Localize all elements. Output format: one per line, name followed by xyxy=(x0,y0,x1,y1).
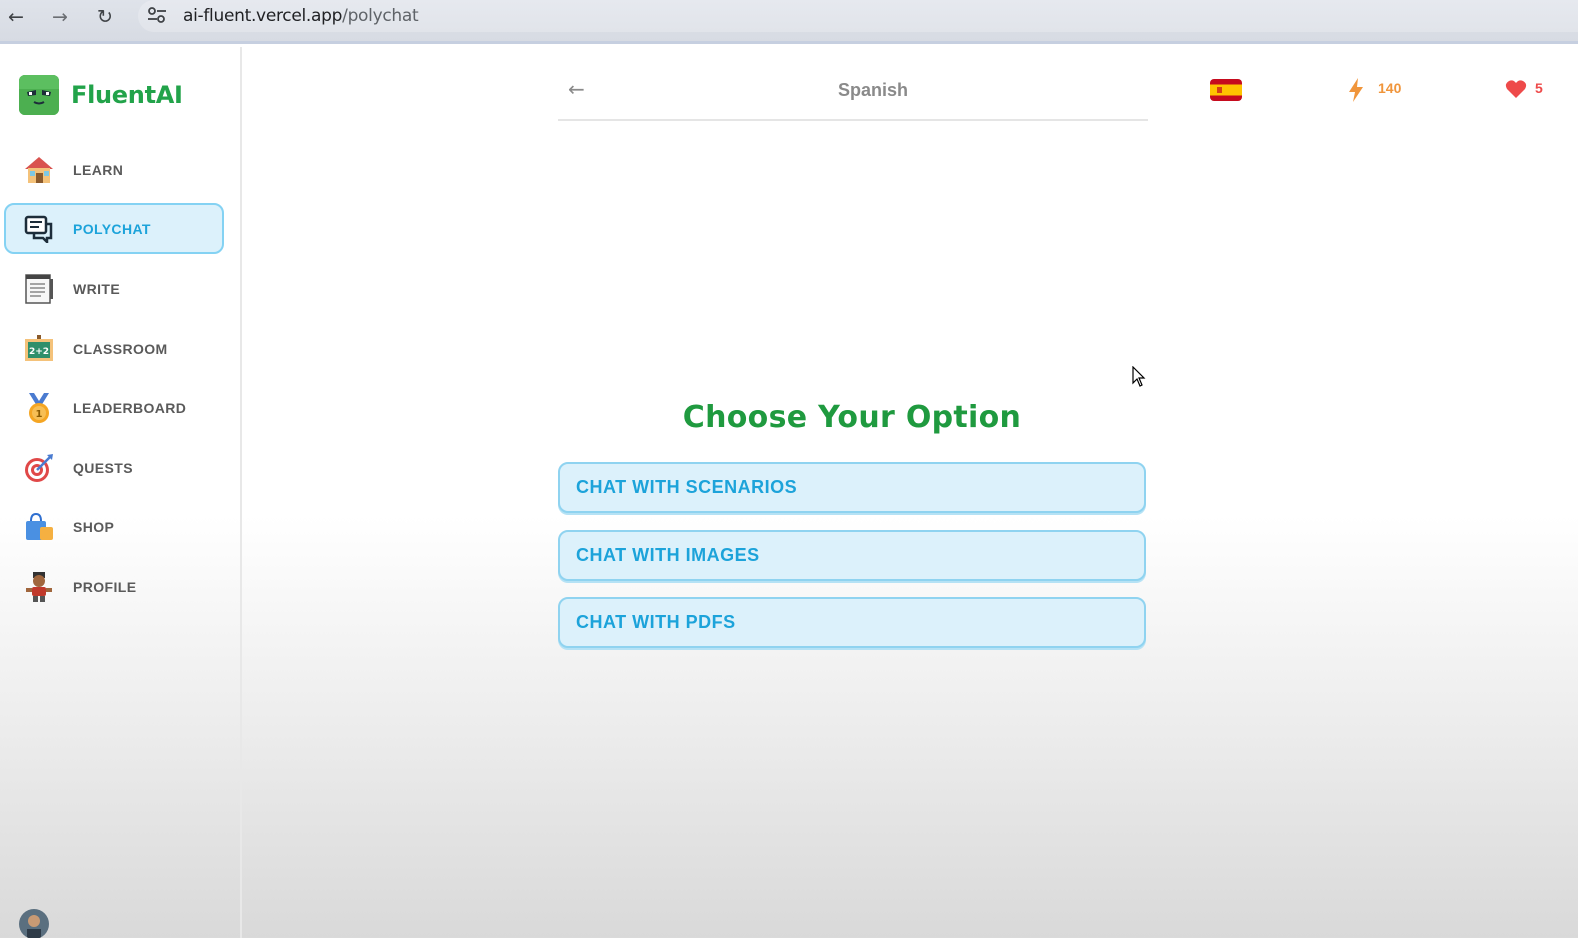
profile-character-icon xyxy=(22,570,56,604)
svg-text:2+2: 2+2 xyxy=(29,347,49,357)
fluentai-logo-icon xyxy=(19,75,59,115)
target-icon xyxy=(22,451,56,485)
sidebar-item-write[interactable]: WRITE xyxy=(4,263,224,314)
brand-name: FluentAI xyxy=(71,81,183,109)
sidebar-item-shop[interactable]: SHOP xyxy=(4,501,224,552)
chat-bubbles-icon xyxy=(22,212,56,246)
browser-back-icon[interactable]: ← xyxy=(5,6,27,28)
chat-with-images-button[interactable]: CHAT WITH IMAGES xyxy=(558,530,1146,581)
site-settings-icon[interactable] xyxy=(146,5,168,25)
svg-text:1: 1 xyxy=(36,409,43,420)
sidebar-item-label: SHOP xyxy=(73,518,115,535)
back-arrow-icon[interactable]: ← xyxy=(568,77,585,101)
sidebar-item-profile[interactable]: PROFILE xyxy=(4,561,224,612)
sidebar-item-label: QUESTS xyxy=(73,459,133,476)
sidebar: FluentAI LEARN POLYCHAT WRITE 2+2 CLASSR… xyxy=(0,47,242,938)
sidebar-item-learn[interactable]: LEARN xyxy=(4,144,224,195)
lightning-bolt-icon xyxy=(1349,78,1363,102)
sidebar-item-label: WRITE xyxy=(73,280,121,297)
hearts-count: 5 xyxy=(1535,80,1543,96)
chalkboard-icon: 2+2 xyxy=(22,332,56,366)
chat-with-pdfs-button[interactable]: CHAT WITH PDFS xyxy=(558,597,1146,648)
option-label: CHAT WITH PDFS xyxy=(576,612,736,632)
sidebar-item-label: POLYCHAT xyxy=(73,220,151,237)
sidebar-item-polychat[interactable]: POLYCHAT xyxy=(4,203,224,254)
xp-count: 140 xyxy=(1378,80,1402,96)
chat-with-scenarios-button[interactable]: CHAT WITH SCENARIOS xyxy=(558,462,1146,513)
url-text[interactable]: ai-fluent.vercel.app/polychat xyxy=(183,6,419,26)
browser-toolbar: ← → ↻ ai-fluent.vercel.app/polychat xyxy=(0,0,1578,44)
sidebar-item-label: PROFILE xyxy=(73,578,137,595)
option-label: CHAT WITH SCENARIOS xyxy=(576,477,798,497)
sidebar-item-leaderboard[interactable]: 1 LEADERBOARD xyxy=(4,382,224,433)
sidebar-item-label: CLASSROOM xyxy=(73,340,168,357)
shopping-bag-icon xyxy=(22,510,56,544)
sidebar-item-quests[interactable]: QUESTS xyxy=(4,442,224,493)
brand[interactable]: FluentAI xyxy=(19,75,183,115)
sidebar-item-label: LEADERBOARD xyxy=(73,399,187,416)
notepad-icon xyxy=(22,272,56,306)
mouse-cursor-icon xyxy=(1132,366,1146,387)
user-avatar[interactable] xyxy=(19,909,49,938)
url-host: ai-fluent.vercel.app xyxy=(183,6,343,26)
sidebar-item-classroom[interactable]: 2+2 CLASSROOM xyxy=(4,323,224,374)
sidebar-item-label: LEARN xyxy=(73,161,124,178)
header-divider xyxy=(558,119,1148,121)
page-title: Choose Your Option xyxy=(682,400,1022,435)
url-path: /polychat xyxy=(342,6,419,26)
medal-icon: 1 xyxy=(22,391,56,425)
browser-forward-icon[interactable]: → xyxy=(49,6,71,28)
house-icon xyxy=(22,153,56,187)
language-title: Spanish xyxy=(837,80,908,100)
spain-flag-icon[interactable] xyxy=(1210,79,1242,101)
option-label: CHAT WITH IMAGES xyxy=(576,545,760,565)
browser-reload-icon[interactable]: ↻ xyxy=(94,6,116,28)
heart-icon xyxy=(1505,80,1527,98)
